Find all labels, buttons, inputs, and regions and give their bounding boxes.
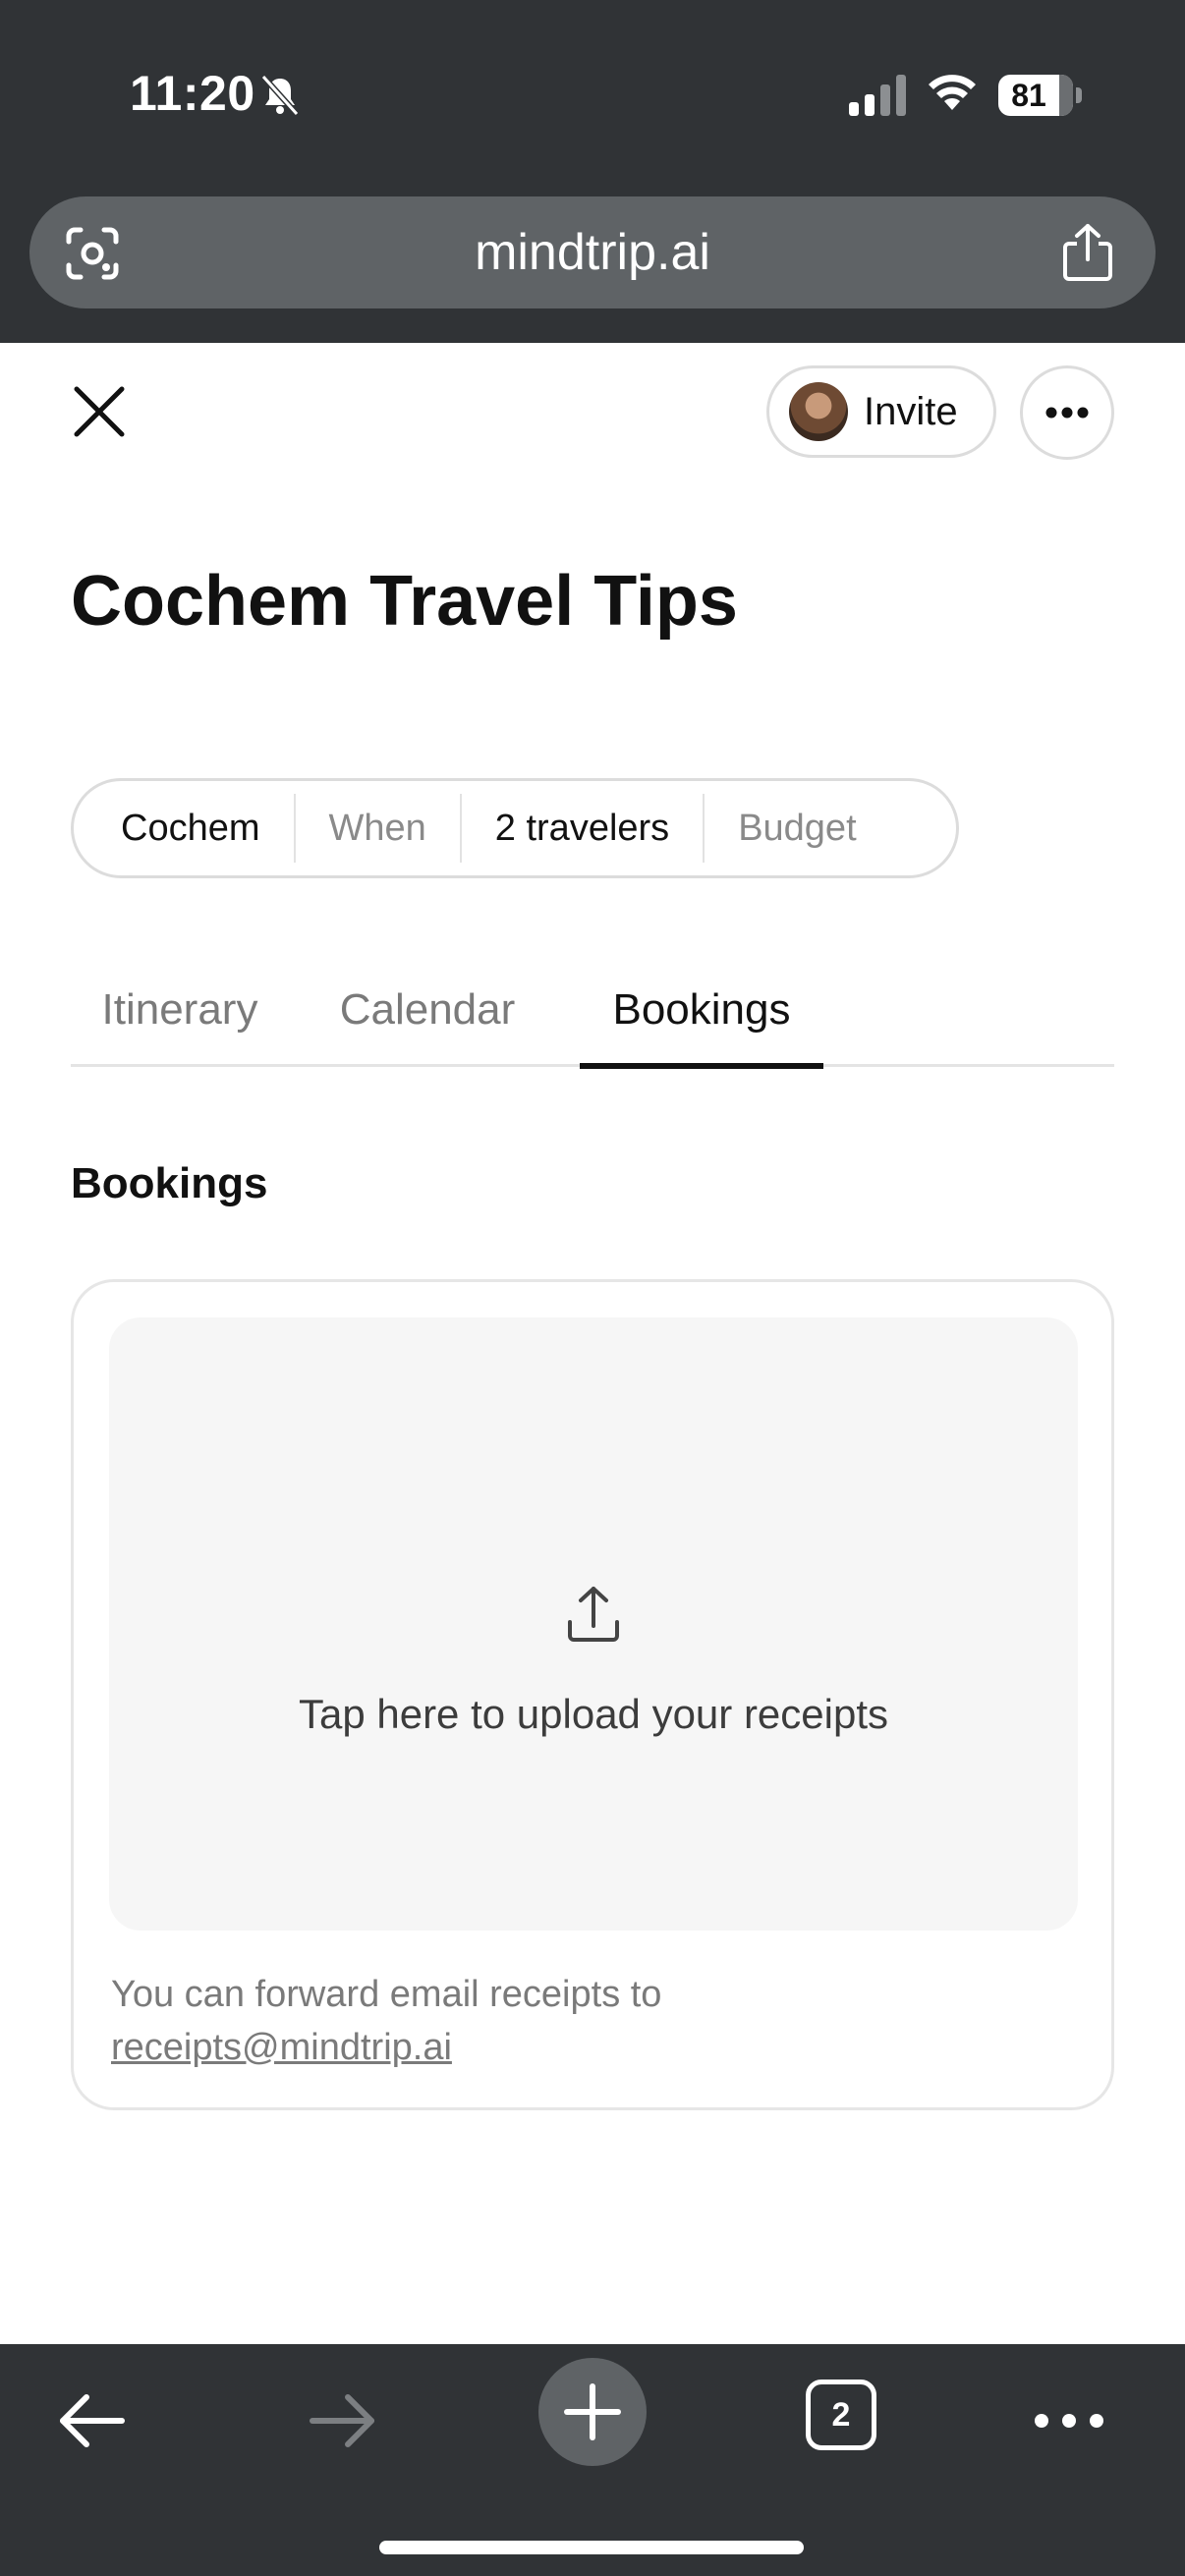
trip-detail-chips: Cochem When 2 travelers Budget <box>71 778 959 878</box>
more-dots-icon <box>1045 407 1089 419</box>
forward-note-text: You can forward email receipts to <box>111 1974 662 2015</box>
invite-button[interactable]: Invite <box>766 365 996 458</box>
share-icon[interactable] <box>1061 222 1114 283</box>
bell-slash-icon <box>260 74 300 117</box>
forward-arrow-icon[interactable] <box>305 2383 379 2458</box>
signal-icon <box>849 75 906 116</box>
browser-top-bar: 11:20 81 mindtrip.ai <box>0 0 1185 343</box>
tab-itinerary[interactable]: Itinerary <box>71 963 289 1067</box>
bookings-card: Tap here to upload your receipts You can… <box>71 1279 1114 2110</box>
avatar <box>789 382 848 441</box>
tab-calendar[interactable]: Calendar <box>318 963 536 1067</box>
chip-travelers[interactable]: 2 travelers <box>459 794 703 863</box>
receipt-email-link[interactable]: receipts@mindtrip.ai <box>111 2021 452 2074</box>
page-title: Cochem Travel Tips <box>71 562 738 641</box>
chip-budget[interactable]: Budget <box>703 794 889 863</box>
new-tab-button[interactable] <box>538 2358 647 2466</box>
url-bar[interactable]: mindtrip.ai <box>29 196 1156 308</box>
more-options-button[interactable] <box>1020 365 1114 460</box>
browser-bottom-toolbar: 2 <box>0 2344 1185 2576</box>
receipt-upload-dropzone[interactable]: Tap here to upload your receipts <box>109 1317 1078 1931</box>
trip-tabs: Itinerary Calendar Bookings <box>71 963 1114 1069</box>
wifi-icon <box>929 75 976 110</box>
battery-level: 81 <box>1011 78 1046 113</box>
section-title: Bookings <box>71 1159 268 1207</box>
close-icon[interactable] <box>71 383 128 440</box>
more-icon[interactable] <box>1032 2401 1106 2440</box>
back-arrow-icon[interactable] <box>55 2383 130 2458</box>
chip-when[interactable]: When <box>293 794 460 863</box>
upload-icon <box>568 1587 619 1642</box>
url-text[interactable]: mindtrip.ai <box>29 196 1156 308</box>
chip-destination[interactable]: Cochem <box>74 794 294 863</box>
invite-label: Invite <box>864 390 958 433</box>
battery-icon: 81 <box>998 75 1082 116</box>
tab-bookings[interactable]: Bookings <box>580 963 823 1069</box>
tabs-icon[interactable]: 2 <box>806 2380 876 2450</box>
forward-note: You can forward email receipts to receip… <box>111 1968 995 2074</box>
home-indicator <box>379 2541 804 2554</box>
plus-icon <box>564 2383 621 2440</box>
status-time: 11:20 <box>130 66 255 121</box>
upload-prompt: Tap here to upload your receipts <box>298 1691 889 1737</box>
